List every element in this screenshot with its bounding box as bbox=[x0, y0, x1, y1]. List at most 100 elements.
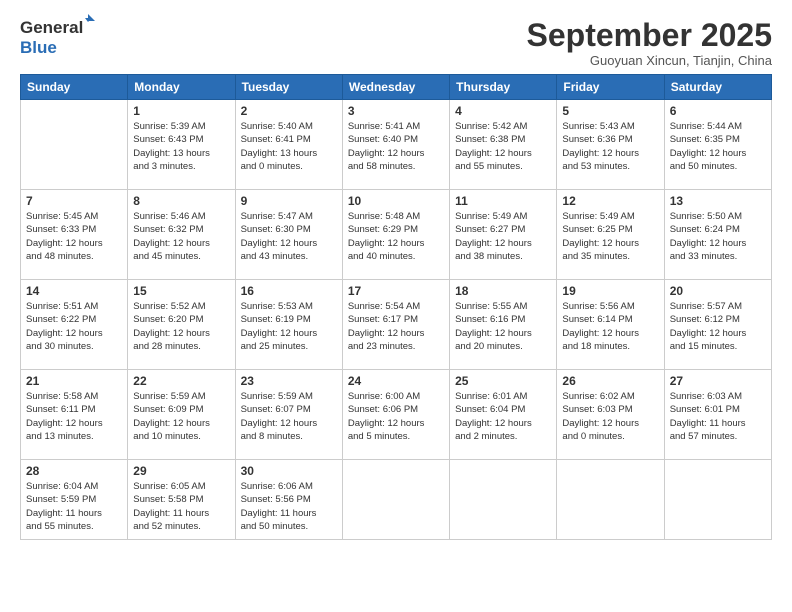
day-info: Sunrise: 6:04 AMSunset: 5:59 PMDaylight:… bbox=[26, 480, 122, 533]
calendar-cell: 1 Sunrise: 5:39 AMSunset: 6:43 PMDayligh… bbox=[128, 100, 235, 190]
header-wednesday: Wednesday bbox=[342, 75, 449, 100]
day-number: 1 bbox=[133, 104, 229, 118]
day-info: Sunrise: 5:46 AMSunset: 6:32 PMDaylight:… bbox=[133, 210, 229, 263]
day-info: Sunrise: 5:41 AMSunset: 6:40 PMDaylight:… bbox=[348, 120, 444, 173]
day-number: 12 bbox=[562, 194, 658, 208]
calendar-cell: 9 Sunrise: 5:47 AMSunset: 6:30 PMDayligh… bbox=[235, 190, 342, 280]
day-number: 21 bbox=[26, 374, 122, 388]
calendar-week-3: 14 Sunrise: 5:51 AMSunset: 6:22 PMDaylig… bbox=[21, 280, 772, 370]
day-info: Sunrise: 5:56 AMSunset: 6:14 PMDaylight:… bbox=[562, 300, 658, 353]
calendar-cell: 7 Sunrise: 5:45 AMSunset: 6:33 PMDayligh… bbox=[21, 190, 128, 280]
day-info: Sunrise: 6:01 AMSunset: 6:04 PMDaylight:… bbox=[455, 390, 551, 443]
day-info: Sunrise: 6:02 AMSunset: 6:03 PMDaylight:… bbox=[562, 390, 658, 443]
day-number: 6 bbox=[670, 104, 766, 118]
calendar-cell: 4 Sunrise: 5:42 AMSunset: 6:38 PMDayligh… bbox=[450, 100, 557, 190]
calendar-cell: 18 Sunrise: 5:55 AMSunset: 6:16 PMDaylig… bbox=[450, 280, 557, 370]
calendar-cell: 22 Sunrise: 5:59 AMSunset: 6:09 PMDaylig… bbox=[128, 370, 235, 460]
day-number: 11 bbox=[455, 194, 551, 208]
day-info: Sunrise: 5:49 AMSunset: 6:25 PMDaylight:… bbox=[562, 210, 658, 263]
month-title: September 2025 bbox=[527, 18, 772, 53]
day-number: 9 bbox=[241, 194, 337, 208]
calendar-cell: 25 Sunrise: 6:01 AMSunset: 6:04 PMDaylig… bbox=[450, 370, 557, 460]
day-info: Sunrise: 5:44 AMSunset: 6:35 PMDaylight:… bbox=[670, 120, 766, 173]
day-number: 2 bbox=[241, 104, 337, 118]
header-sunday: Sunday bbox=[21, 75, 128, 100]
day-info: Sunrise: 6:06 AMSunset: 5:56 PMDaylight:… bbox=[241, 480, 337, 533]
calendar-cell: 28 Sunrise: 6:04 AMSunset: 5:59 PMDaylig… bbox=[21, 460, 128, 540]
calendar-cell: 6 Sunrise: 5:44 AMSunset: 6:35 PMDayligh… bbox=[664, 100, 771, 190]
calendar-cell: 14 Sunrise: 5:51 AMSunset: 6:22 PMDaylig… bbox=[21, 280, 128, 370]
day-number: 4 bbox=[455, 104, 551, 118]
calendar-cell bbox=[21, 100, 128, 190]
calendar-cell: 26 Sunrise: 6:02 AMSunset: 6:03 PMDaylig… bbox=[557, 370, 664, 460]
logo-bird-icon bbox=[81, 14, 95, 28]
calendar-cell: 12 Sunrise: 5:49 AMSunset: 6:25 PMDaylig… bbox=[557, 190, 664, 280]
logo: General Blue bbox=[20, 18, 85, 58]
day-info: Sunrise: 5:47 AMSunset: 6:30 PMDaylight:… bbox=[241, 210, 337, 263]
day-info: Sunrise: 5:48 AMSunset: 6:29 PMDaylight:… bbox=[348, 210, 444, 263]
header-friday: Friday bbox=[557, 75, 664, 100]
calendar-cell: 20 Sunrise: 5:57 AMSunset: 6:12 PMDaylig… bbox=[664, 280, 771, 370]
day-number: 28 bbox=[26, 464, 122, 478]
day-info: Sunrise: 6:03 AMSunset: 6:01 PMDaylight:… bbox=[670, 390, 766, 443]
day-number: 22 bbox=[133, 374, 229, 388]
calendar-cell bbox=[342, 460, 449, 540]
title-block: September 2025 Guoyuan Xincun, Tianjin, … bbox=[527, 18, 772, 68]
day-number: 13 bbox=[670, 194, 766, 208]
day-number: 30 bbox=[241, 464, 337, 478]
day-info: Sunrise: 5:59 AMSunset: 6:07 PMDaylight:… bbox=[241, 390, 337, 443]
header-thursday: Thursday bbox=[450, 75, 557, 100]
calendar-cell: 19 Sunrise: 5:56 AMSunset: 6:14 PMDaylig… bbox=[557, 280, 664, 370]
logo-blue-text: Blue bbox=[20, 38, 57, 57]
day-number: 24 bbox=[348, 374, 444, 388]
calendar-cell: 30 Sunrise: 6:06 AMSunset: 5:56 PMDaylig… bbox=[235, 460, 342, 540]
day-number: 19 bbox=[562, 284, 658, 298]
calendar-cell: 3 Sunrise: 5:41 AMSunset: 6:40 PMDayligh… bbox=[342, 100, 449, 190]
day-info: Sunrise: 5:50 AMSunset: 6:24 PMDaylight:… bbox=[670, 210, 766, 263]
day-info: Sunrise: 5:57 AMSunset: 6:12 PMDaylight:… bbox=[670, 300, 766, 353]
calendar-cell: 17 Sunrise: 5:54 AMSunset: 6:17 PMDaylig… bbox=[342, 280, 449, 370]
day-number: 23 bbox=[241, 374, 337, 388]
day-info: Sunrise: 5:59 AMSunset: 6:09 PMDaylight:… bbox=[133, 390, 229, 443]
calendar-cell bbox=[664, 460, 771, 540]
header-monday: Monday bbox=[128, 75, 235, 100]
day-number: 27 bbox=[670, 374, 766, 388]
calendar-cell: 13 Sunrise: 5:50 AMSunset: 6:24 PMDaylig… bbox=[664, 190, 771, 280]
day-info: Sunrise: 5:52 AMSunset: 6:20 PMDaylight:… bbox=[133, 300, 229, 353]
calendar-cell: 15 Sunrise: 5:52 AMSunset: 6:20 PMDaylig… bbox=[128, 280, 235, 370]
weekday-header-row: Sunday Monday Tuesday Wednesday Thursday… bbox=[21, 75, 772, 100]
calendar-cell: 27 Sunrise: 6:03 AMSunset: 6:01 PMDaylig… bbox=[664, 370, 771, 460]
calendar-cell: 23 Sunrise: 5:59 AMSunset: 6:07 PMDaylig… bbox=[235, 370, 342, 460]
header-saturday: Saturday bbox=[664, 75, 771, 100]
calendar-week-1: 1 Sunrise: 5:39 AMSunset: 6:43 PMDayligh… bbox=[21, 100, 772, 190]
day-info: Sunrise: 5:40 AMSunset: 6:41 PMDaylight:… bbox=[241, 120, 337, 173]
calendar-cell: 21 Sunrise: 5:58 AMSunset: 6:11 PMDaylig… bbox=[21, 370, 128, 460]
day-number: 20 bbox=[670, 284, 766, 298]
day-number: 17 bbox=[348, 284, 444, 298]
day-info: Sunrise: 5:58 AMSunset: 6:11 PMDaylight:… bbox=[26, 390, 122, 443]
day-info: Sunrise: 5:53 AMSunset: 6:19 PMDaylight:… bbox=[241, 300, 337, 353]
calendar-week-5: 28 Sunrise: 6:04 AMSunset: 5:59 PMDaylig… bbox=[21, 460, 772, 540]
subtitle: Guoyuan Xincun, Tianjin, China bbox=[527, 53, 772, 68]
calendar-cell bbox=[450, 460, 557, 540]
day-info: Sunrise: 5:39 AMSunset: 6:43 PMDaylight:… bbox=[133, 120, 229, 173]
day-info: Sunrise: 5:55 AMSunset: 6:16 PMDaylight:… bbox=[455, 300, 551, 353]
day-info: Sunrise: 6:00 AMSunset: 6:06 PMDaylight:… bbox=[348, 390, 444, 443]
calendar-cell: 24 Sunrise: 6:00 AMSunset: 6:06 PMDaylig… bbox=[342, 370, 449, 460]
day-info: Sunrise: 6:05 AMSunset: 5:58 PMDaylight:… bbox=[133, 480, 229, 533]
calendar-cell: 10 Sunrise: 5:48 AMSunset: 6:29 PMDaylig… bbox=[342, 190, 449, 280]
calendar-cell: 5 Sunrise: 5:43 AMSunset: 6:36 PMDayligh… bbox=[557, 100, 664, 190]
calendar-week-2: 7 Sunrise: 5:45 AMSunset: 6:33 PMDayligh… bbox=[21, 190, 772, 280]
day-number: 26 bbox=[562, 374, 658, 388]
calendar-week-4: 21 Sunrise: 5:58 AMSunset: 6:11 PMDaylig… bbox=[21, 370, 772, 460]
page: General Blue September 2025 Guoyuan Xinc… bbox=[0, 0, 792, 612]
day-info: Sunrise: 5:43 AMSunset: 6:36 PMDaylight:… bbox=[562, 120, 658, 173]
day-info: Sunrise: 5:45 AMSunset: 6:33 PMDaylight:… bbox=[26, 210, 122, 263]
day-number: 25 bbox=[455, 374, 551, 388]
header: General Blue September 2025 Guoyuan Xinc… bbox=[20, 18, 772, 68]
day-number: 3 bbox=[348, 104, 444, 118]
calendar-cell: 2 Sunrise: 5:40 AMSunset: 6:41 PMDayligh… bbox=[235, 100, 342, 190]
day-number: 18 bbox=[455, 284, 551, 298]
day-number: 7 bbox=[26, 194, 122, 208]
calendar-cell bbox=[557, 460, 664, 540]
